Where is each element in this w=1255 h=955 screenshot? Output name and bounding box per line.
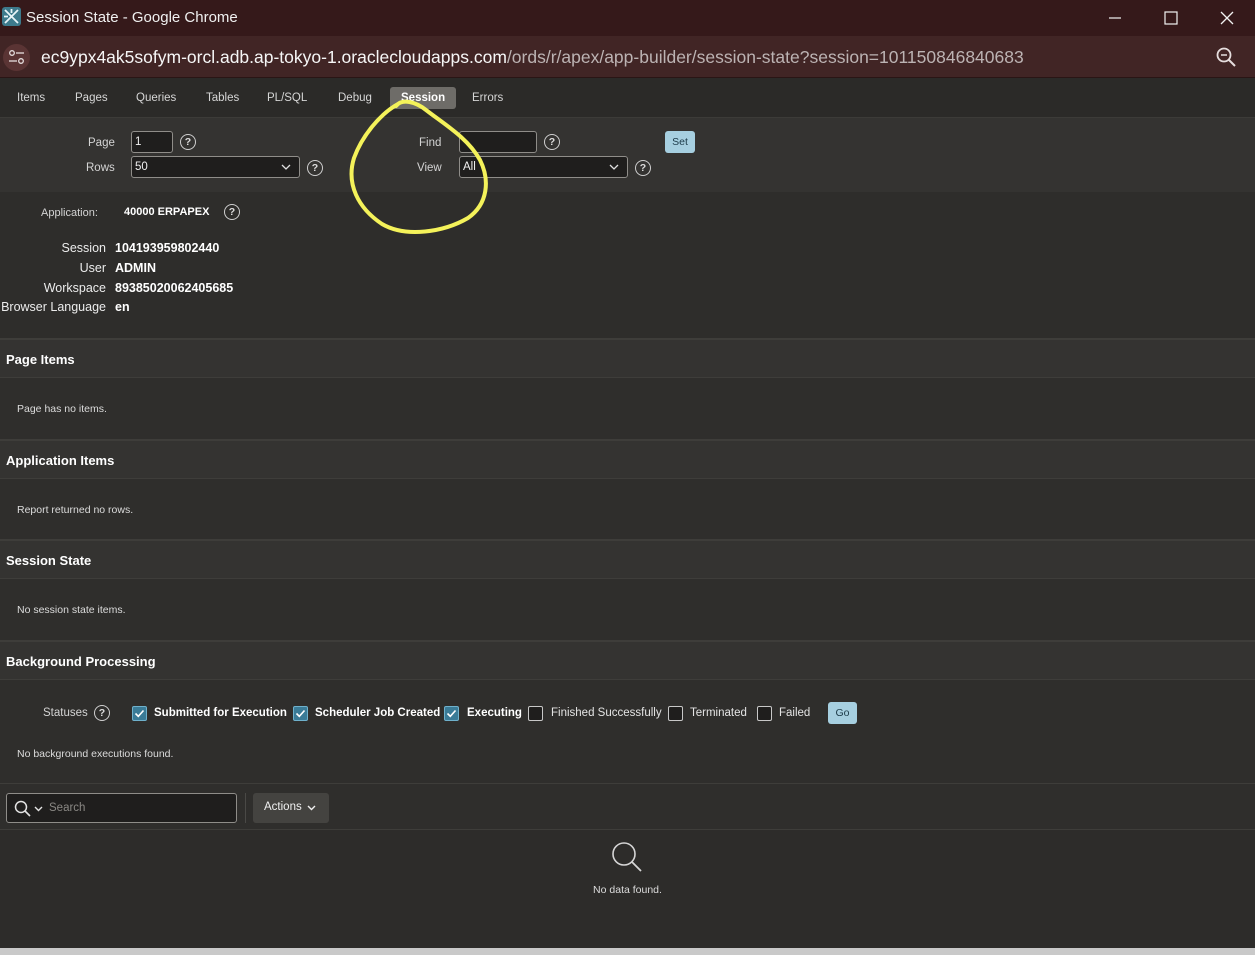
find-label: Find xyxy=(419,137,442,149)
user-value: ADMIN xyxy=(115,261,156,275)
tab-queries[interactable]: Queries xyxy=(125,87,187,109)
user-label: User xyxy=(79,261,106,275)
status-submitted-label[interactable]: Submitted for Execution xyxy=(154,707,287,719)
rows-select[interactable]: 50 xyxy=(131,156,300,178)
actions-label: Actions xyxy=(264,801,302,813)
set-button[interactable]: Set xyxy=(665,131,695,153)
application-items-title: Application Items xyxy=(6,453,115,468)
find-help-icon[interactable]: ? xyxy=(544,134,560,150)
application-help-icon[interactable]: ? xyxy=(224,204,240,220)
statuses-help-icon[interactable]: ? xyxy=(94,705,110,721)
actions-button[interactable]: Actions xyxy=(253,793,329,823)
browser-language-label: Browser Language xyxy=(1,300,106,314)
report-toolbar: Search Actions xyxy=(0,783,1255,830)
browser-language-value: en xyxy=(115,300,130,314)
window-bottom-edge xyxy=(0,948,1255,955)
application-value: 40000 ERPAPEX xyxy=(124,206,210,218)
view-help-icon[interactable]: ? xyxy=(635,160,651,176)
status-terminated-checkbox[interactable] xyxy=(668,706,683,721)
filter-form: Page 1 ? Rows 50 ? Find ? View All ? Set xyxy=(0,118,1255,192)
search-field[interactable]: Search xyxy=(6,793,237,823)
apex-app-icon xyxy=(2,7,21,26)
search-icon[interactable] xyxy=(14,800,32,818)
no-data-panel: No data found. xyxy=(0,830,1255,948)
status-submitted-checkbox[interactable] xyxy=(132,706,147,721)
session-state-title: Session State xyxy=(6,553,92,568)
background-message: No background executions found. xyxy=(17,748,174,760)
tab-pages[interactable]: Pages xyxy=(64,87,119,109)
status-scheduler-checkbox[interactable] xyxy=(293,706,308,721)
tab-debug[interactable]: Debug xyxy=(327,87,383,109)
status-finished-label[interactable]: Finished Successfully xyxy=(551,707,662,719)
page-help-icon[interactable]: ? xyxy=(180,134,196,150)
rows-help-icon[interactable]: ? xyxy=(307,160,323,176)
no-data-message: No data found. xyxy=(593,884,662,896)
session-info: Application: 40000 ERPAPEX ? Session 104… xyxy=(0,192,1255,338)
maximize-button[interactable] xyxy=(1143,0,1199,36)
view-select[interactable]: All xyxy=(459,156,628,178)
toolbar-divider xyxy=(245,793,246,823)
find-input[interactable] xyxy=(459,131,537,153)
page-content: Items Pages Queries Tables PL/SQL Debug … xyxy=(0,78,1255,948)
session-label: Session xyxy=(61,241,106,255)
status-terminated-label[interactable]: Terminated xyxy=(690,707,747,719)
statuses-label: Statuses xyxy=(43,707,88,719)
tab-plsql[interactable]: PL/SQL xyxy=(256,87,318,109)
tab-bar: Items Pages Queries Tables PL/SQL Debug … xyxy=(0,78,1255,118)
page-label: Page xyxy=(88,137,115,149)
page-items-title: Page Items xyxy=(6,352,75,367)
page-items-body: Page has no items. xyxy=(0,378,1255,440)
status-failed-checkbox[interactable] xyxy=(757,706,772,721)
session-value: 104193959802440 xyxy=(115,241,220,255)
session-state-header: Session State xyxy=(0,539,1255,579)
window-titlebar: Session State - Google Chrome xyxy=(0,0,1255,36)
status-executing-label[interactable]: Executing xyxy=(467,707,522,719)
session-state-body: No session state items. xyxy=(0,579,1255,641)
page-items-message: Page has no items. xyxy=(17,403,107,415)
chevron-down-icon[interactable] xyxy=(34,806,43,812)
status-executing-checkbox[interactable] xyxy=(444,706,459,721)
status-scheduler-label[interactable]: Scheduler Job Created xyxy=(315,707,440,719)
page-input[interactable]: 1 xyxy=(131,131,173,153)
tab-tables[interactable]: Tables xyxy=(195,87,250,109)
status-failed-label[interactable]: Failed xyxy=(779,707,810,719)
window-title: Session State - Google Chrome xyxy=(26,9,238,26)
url-host: ec9ypx4ak5sofym-orcl.adb.ap-tokyo-1.orac… xyxy=(41,47,507,67)
background-processing-header: Background Processing xyxy=(0,640,1255,680)
background-processing-body: Statuses ? Submitted for Execution Sched… xyxy=(0,680,1255,783)
check-icon xyxy=(295,709,306,718)
close-button[interactable] xyxy=(1199,0,1255,36)
session-state-message: No session state items. xyxy=(17,604,126,616)
chevron-down-icon xyxy=(307,805,316,811)
url-path: /ords/r/apex/app-builder/session-state?s… xyxy=(506,47,1024,67)
url-text[interactable]: ec9ypx4ak5sofym-orcl.adb.ap-tokyo-1.orac… xyxy=(41,47,1024,68)
check-icon xyxy=(134,709,145,718)
check-icon xyxy=(446,709,457,718)
view-label: View xyxy=(417,162,442,174)
workspace-value: 89385020062405685 xyxy=(115,281,234,295)
rows-label: Rows xyxy=(86,162,115,174)
zoom-icon[interactable] xyxy=(1215,46,1237,73)
view-value: All xyxy=(463,161,476,173)
status-finished-checkbox[interactable] xyxy=(528,706,543,721)
go-button[interactable]: Go xyxy=(828,702,857,724)
site-settings-icon[interactable] xyxy=(3,44,30,71)
background-processing-title: Background Processing xyxy=(6,654,156,669)
tab-errors[interactable]: Errors xyxy=(461,87,514,109)
application-items-message: Report returned no rows. xyxy=(17,504,134,516)
page-items-header: Page Items xyxy=(0,338,1255,378)
chevron-down-icon xyxy=(281,164,291,170)
rows-value: 50 xyxy=(135,161,148,173)
application-items-body: Report returned no rows. xyxy=(0,479,1255,540)
tab-items[interactable]: Items xyxy=(6,87,56,109)
application-items-header: Application Items xyxy=(0,439,1255,479)
chevron-down-icon xyxy=(609,164,619,170)
search-placeholder: Search xyxy=(49,802,86,814)
application-label: Application: xyxy=(41,207,98,219)
search-icon xyxy=(612,842,642,872)
workspace-label: Workspace xyxy=(43,281,106,295)
address-bar[interactable]: ec9ypx4ak5sofym-orcl.adb.ap-tokyo-1.orac… xyxy=(0,36,1255,78)
tab-session[interactable]: Session xyxy=(390,87,457,109)
minimize-button[interactable] xyxy=(1087,0,1143,36)
